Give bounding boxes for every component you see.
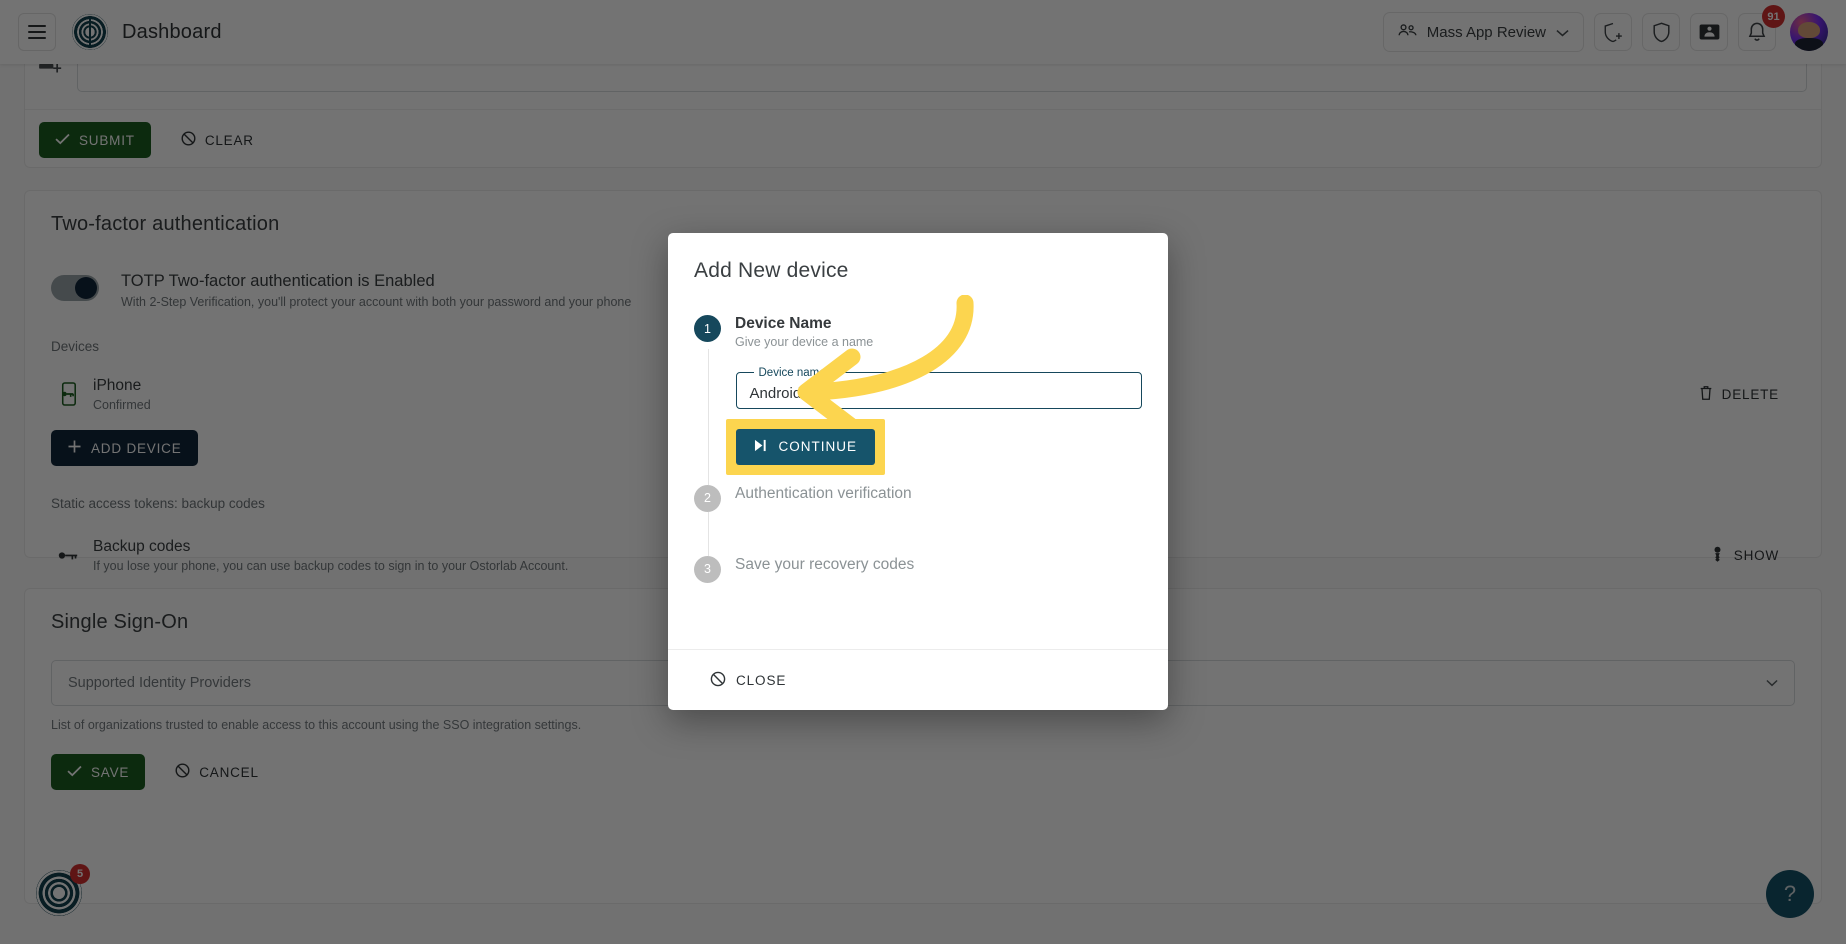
continue-highlight-wrapper: CONTINUE	[736, 429, 876, 465]
step-2-header[interactable]: 2 Authentication verification	[694, 485, 1142, 512]
step-1-subtitle: Give your device a name	[735, 335, 873, 349]
step-1-title: Device Name	[735, 315, 873, 333]
step-authentication-verification: 2 Authentication verification	[694, 485, 1142, 556]
step-device-name: 1 Device Name Give your device a name De…	[694, 315, 1142, 485]
continue-button[interactable]: CONTINUE	[736, 429, 876, 465]
continue-label: CONTINUE	[779, 439, 858, 454]
dialog-footer: CLOSE	[668, 649, 1168, 710]
step-3-indicator: 3	[694, 556, 721, 583]
close-label: CLOSE	[736, 673, 786, 688]
step-3-header[interactable]: 3 Save your recovery codes	[694, 556, 1142, 583]
skip-next-icon	[754, 439, 768, 455]
step-save-recovery-codes: 3 Save your recovery codes	[694, 556, 1142, 583]
device-name-label: Device name	[754, 367, 831, 379]
stepper: 1 Device Name Give your device a name De…	[694, 315, 1142, 649]
step-1-indicator: 1	[694, 315, 721, 342]
step-2-connector	[708, 512, 1143, 556]
step-1-content: Device name Android CONTINUE	[708, 349, 1143, 485]
dialog-title: Add New device	[694, 259, 1142, 283]
step-1-header[interactable]: 1 Device Name Give your device a name	[694, 315, 1142, 349]
step-2-title: Authentication verification	[735, 485, 912, 503]
close-button[interactable]: CLOSE	[694, 662, 802, 698]
step-1-body: Device name Android CONTINUE	[694, 349, 1142, 485]
step-2-indicator: 2	[694, 485, 721, 512]
add-device-dialog: Add New device 1 Device Name Give your d…	[668, 233, 1168, 710]
step-3-title: Save your recovery codes	[735, 556, 914, 574]
device-name-value: Android	[750, 385, 802, 402]
block-icon	[710, 671, 726, 690]
device-name-input[interactable]: Device name Android	[736, 367, 1143, 409]
